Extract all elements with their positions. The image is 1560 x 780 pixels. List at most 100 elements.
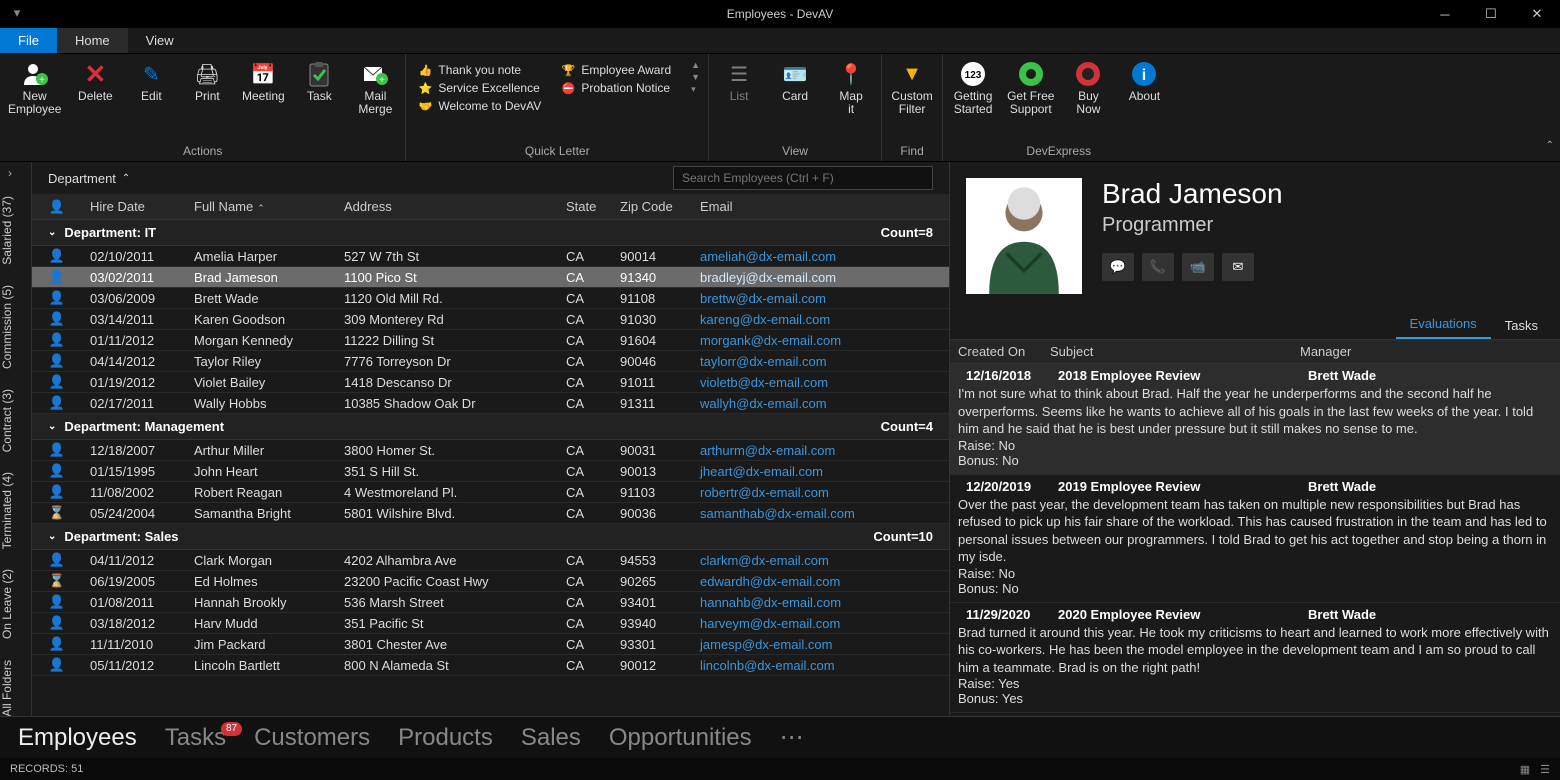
person-icon: 👤 (49, 332, 65, 347)
tab-tasks[interactable]: Tasks (1491, 312, 1552, 339)
folder-nav: › Salaried (37)Commission (5)Contract (3… (0, 162, 32, 716)
column-hiredate[interactable]: Hire Date (82, 199, 186, 214)
new-employee-button[interactable]: +New Employee (8, 60, 61, 116)
nav-customers[interactable]: Customers (254, 724, 370, 752)
column-created[interactable]: Created On (950, 344, 1050, 359)
view-list-icon[interactable]: ☰ (1540, 763, 1550, 776)
table-row[interactable]: 👤03/02/2011Brad Jameson1100 Pico StCA913… (32, 267, 949, 288)
table-row[interactable]: 👤01/11/2012Morgan Kennedy11222 Dilling S… (32, 330, 949, 351)
column-icon[interactable]: 👤 (32, 199, 82, 215)
column-manager[interactable]: Manager (1300, 344, 1560, 359)
column-zip[interactable]: Zip Code (612, 199, 692, 214)
qat-dropdown[interactable]: ▾ (6, 4, 28, 22)
table-row[interactable]: 👤11/11/2010Jim Packard3801 Chester AveCA… (32, 634, 949, 655)
about-button[interactable]: iAbout (1122, 60, 1166, 103)
table-row[interactable]: ⌛06/19/2005Ed Holmes23200 Pacific Coast … (32, 571, 949, 592)
group-bar: Department⌃ (32, 162, 949, 194)
column-state[interactable]: State (558, 199, 612, 214)
video-button[interactable]: 📹 (1182, 253, 1214, 281)
quickletter-gallery-nav[interactable]: ▲▼▾ (687, 60, 700, 95)
tab-evaluations[interactable]: Evaluations (1396, 310, 1491, 339)
quickletter-item[interactable]: 🏆Employee Award (557, 62, 675, 78)
nav-employees[interactable]: Employees (18, 724, 137, 752)
table-row[interactable]: 👤03/14/2011Karen Goodson309 Monterey RdC… (32, 309, 949, 330)
group-row[interactable]: ⌄Department: ITCount=8 (32, 220, 949, 246)
phone-icon: 📞 (1150, 259, 1166, 275)
printer-icon: 🖨 (193, 60, 221, 88)
ribbon-group-view: ☰List 🪪Card 📍Map it View (709, 54, 882, 161)
table-row[interactable]: 👤02/17/2011Wally Hobbs10385 Shadow Oak D… (32, 393, 949, 414)
task-button[interactable]: Task (297, 60, 341, 103)
mail-merge-button[interactable]: +Mail Merge (353, 60, 397, 116)
tab-view[interactable]: View (128, 28, 192, 53)
column-email[interactable]: Email (692, 199, 949, 214)
call-button[interactable]: 📞 (1142, 253, 1174, 281)
evaluation-row[interactable]: 12/16/20182018 Employee ReviewBrett Wade… (950, 364, 1560, 475)
view-card-button[interactable]: 🪪Card (773, 60, 817, 103)
email-button[interactable]: ✉ (1222, 253, 1254, 281)
table-row[interactable]: 👤03/06/2009Brett Wade1120 Old Mill Rd.CA… (32, 288, 949, 309)
evaluation-row[interactable]: 12/20/20192019 Employee ReviewBrett Wade… (950, 475, 1560, 603)
group-row[interactable]: ⌄Department: ManagementCount=4 (32, 414, 949, 440)
folder-tab[interactable]: Terminated (4) (0, 462, 32, 559)
group-chip[interactable]: Department⌃ (48, 171, 130, 186)
quickletter-item[interactable]: ⭐Service Excellence (414, 80, 545, 96)
cart-icon (1074, 60, 1102, 88)
buy-now-button[interactable]: Buy Now (1066, 60, 1110, 116)
folder-tab[interactable]: All Folders (0, 650, 32, 717)
table-row[interactable]: 👤12/18/2007Arthur Miller3800 Homer St.CA… (32, 440, 949, 461)
nav-sales[interactable]: Sales (521, 724, 581, 752)
print-button[interactable]: 🖨Print (185, 60, 229, 103)
eval-header: Created On Subject Manager (950, 340, 1560, 364)
column-subject[interactable]: Subject (1050, 344, 1300, 359)
svg-text:i: i (1142, 67, 1146, 84)
ribbon-group-label: DevExpress (951, 142, 1166, 161)
table-row[interactable]: 👤04/11/2012Clark Morgan4202 Alhambra Ave… (32, 550, 949, 571)
edit-button[interactable]: ✎Edit (129, 60, 173, 103)
support-button[interactable]: Get Free Support (1007, 60, 1054, 116)
table-row[interactable]: 👤05/11/2012Lincoln Bartlett800 N Alameda… (32, 655, 949, 676)
person-icon: 👤 (49, 615, 65, 630)
nav-opportunities[interactable]: Opportunities (609, 724, 752, 752)
nav-more[interactable]: ⋯ (780, 723, 804, 752)
nav-products[interactable]: Products (398, 724, 493, 752)
table-row[interactable]: 👤04/14/2012Taylor Riley7776 Torreyson Dr… (32, 351, 949, 372)
table-row[interactable]: 👤01/15/1995John Heart351 S Hill St.CA900… (32, 461, 949, 482)
ribbon-collapse-button[interactable]: ⌃ (1546, 140, 1554, 151)
tab-home[interactable]: Home (57, 28, 128, 53)
chat-button[interactable]: 💬 (1102, 253, 1134, 281)
table-row[interactable]: 👤02/10/2011Amelia Harper527 W 7th StCA90… (32, 246, 949, 267)
chevron-up-icon: ▲ (691, 60, 700, 70)
table-row[interactable]: 👤01/08/2011Hannah Brookly536 Marsh Stree… (32, 592, 949, 613)
table-row[interactable]: 👤03/18/2012Harv Mudd351 Pacific StCA9394… (32, 613, 949, 634)
minimize-button[interactable]: ─ (1422, 0, 1468, 28)
table-row[interactable]: 👤11/08/2002Robert Reagan4 Westmoreland P… (32, 482, 949, 503)
folder-tab[interactable]: Salaried (37) (0, 186, 32, 275)
delete-button[interactable]: ✕Delete (73, 60, 117, 103)
table-row[interactable]: ⌛05/24/2004Samantha Bright5801 Wilshire … (32, 503, 949, 524)
folder-tab[interactable]: Contract (3) (0, 379, 32, 462)
quickletter-item[interactable]: ⛔Probation Notice (557, 80, 675, 96)
folder-tab[interactable]: Commission (5) (0, 275, 32, 379)
view-list-button[interactable]: ☰List (717, 60, 761, 103)
meeting-button[interactable]: 📅Meeting (241, 60, 285, 103)
expand-nav-button[interactable]: › (8, 166, 12, 180)
column-fullname[interactable]: Full Name⌃ (186, 199, 336, 214)
maximize-button[interactable]: ☐ (1468, 0, 1514, 28)
close-button[interactable]: ✕ (1514, 0, 1560, 28)
getting-started-button[interactable]: 123Getting Started (951, 60, 995, 116)
custom-filter-button[interactable]: ▼Custom Filter (890, 60, 934, 116)
evaluation-row[interactable]: 11/29/20202020 Employee ReviewBrett Wade… (950, 603, 1560, 714)
table-row[interactable]: 👤01/19/2012Violet Bailey1418 Descanso Dr… (32, 372, 949, 393)
column-address[interactable]: Address (336, 199, 558, 214)
group-row[interactable]: ⌄Department: SalesCount=10 (32, 524, 949, 550)
quickletter-item[interactable]: 👍Thank you note (414, 62, 545, 78)
view-map-button[interactable]: 📍Map it (829, 60, 873, 116)
folder-tab[interactable]: On Leave (2) (0, 559, 32, 649)
svg-text:123: 123 (965, 70, 982, 81)
quickletter-item[interactable]: 🤝Welcome to DevAV (414, 98, 545, 114)
view-cards-icon[interactable]: ▦ (1520, 763, 1530, 776)
nav-tasks[interactable]: Tasks87 (165, 724, 226, 752)
search-input[interactable] (673, 166, 933, 190)
tab-file[interactable]: File (0, 28, 57, 53)
